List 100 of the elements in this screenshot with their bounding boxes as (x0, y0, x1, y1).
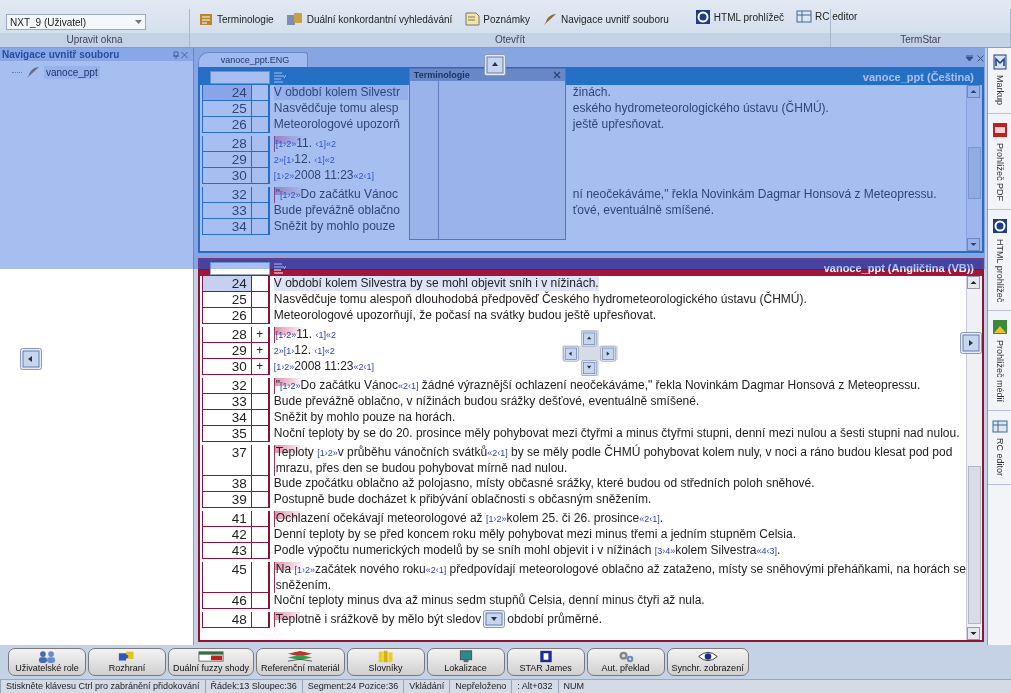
status-text: Stiskněte klávesu Ctrl pro zabránění přidokování (0, 680, 205, 693)
status-cell (251, 593, 270, 609)
status-cell (251, 612, 270, 628)
segment-text: Bude převážně oblačno, v nížinách budou srážky dešťové, eventuálně smíšené. (273, 394, 700, 409)
segment-number[interactable]: 33 (201, 394, 252, 410)
segment-number[interactable]: 34 (201, 410, 252, 426)
toolbar-button[interactable]: Rozhraní (88, 648, 166, 676)
close-icon[interactable] (552, 71, 561, 79)
segment-number[interactable]: 26 (201, 117, 252, 133)
file-icon[interactable] (991, 122, 1008, 138)
status-cell (251, 276, 270, 292)
segment-text: Postupně bude docházet k přibývání oblačnosti s občasným sněžením. (273, 492, 652, 507)
scroll-up-icon[interactable] (967, 276, 981, 289)
segment-text: žinách. (572, 85, 612, 100)
status-cell (251, 117, 270, 133)
segment-text: Ochlazení očekávají meteorologové až [1›2»kolem 25. či 26. prosince«2‹1]. (273, 511, 664, 527)
segment-number[interactable]: 30 (201, 359, 252, 375)
segment-number[interactable]: 42 (201, 527, 252, 543)
toolbar-button[interactable]: Referenční materiál (256, 648, 345, 676)
segment-number[interactable]: 32 (201, 187, 252, 203)
segment-number[interactable]: 24 (201, 85, 252, 101)
segment-number[interactable]: 45 (201, 562, 252, 593)
status-cell (251, 292, 270, 308)
status-cell (251, 187, 270, 203)
segment-number[interactable]: 30 (201, 168, 252, 184)
dock-guide-icon[interactable] (483, 610, 506, 628)
segment-number[interactable]: 26 (201, 308, 252, 324)
segment-number[interactable]: 25 (201, 292, 252, 308)
segment-number[interactable]: 33 (201, 203, 252, 219)
document-icon[interactable] (991, 54, 1008, 70)
toolbar-button[interactable]: Aut. překlad (586, 648, 665, 676)
segment-text: Noční teploty by se do 20. prosince měly pohybovat mezi čtyřmi a minus čtyřmi stupni, denní mezi nulou a šesti stupni nad nulou. (273, 426, 960, 441)
segment-number[interactable]: 35 (201, 426, 252, 442)
segment-number[interactable]: 34 (201, 219, 252, 235)
user-dropdown[interactable]: NXT_9 (Uživatel) (6, 14, 146, 30)
ribbon-button[interactable]: Terminologie (195, 11, 276, 27)
dropdown-icon[interactable] (966, 55, 974, 61)
segment-text: ještě upřesňovat. (572, 117, 666, 132)
ribbon-button[interactable]: Navigace uvnitř souboru (540, 11, 671, 27)
close-icon[interactable] (977, 55, 985, 62)
window-icon[interactable] (991, 218, 1008, 235)
pin-icon[interactable] (171, 50, 180, 59)
toolbar-button[interactable]: Synchr. zobrazení (666, 648, 749, 676)
ribbon-button[interactable]: RC editor (794, 8, 860, 24)
toolbar-button[interactable]: Uživatelské role (8, 648, 86, 676)
filter-field[interactable] (209, 261, 270, 275)
segment-number[interactable]: 29 (201, 152, 252, 168)
segment-number[interactable]: 25 (201, 101, 252, 117)
ribbon-button[interactable]: HTML prohlížeč (692, 8, 787, 26)
segment-text: Denní teploty by se před koncem roku měly pohybovat mezi minus třemi a jedním stupněm Celsia. (273, 527, 797, 542)
status-cell (251, 101, 270, 117)
side-tab[interactable]: Prohlížeč PDF (994, 143, 1005, 202)
dock-guide-icon[interactable] (959, 332, 982, 354)
segment-number[interactable]: 48 (201, 612, 252, 628)
scroll-down-icon[interactable] (967, 627, 981, 640)
ribbon-button[interactable]: Duální konkordantní vyhledávání (283, 11, 455, 27)
toolbar-button[interactable]: Lokalizace (426, 648, 505, 676)
segment-text: V období kolem Silvestra by se mohl objevit sníh i v nížinách. (273, 276, 599, 291)
segment-number[interactable]: 38 (201, 476, 252, 492)
status-cell: + (251, 343, 270, 359)
document-tab[interactable]: vanoce_ppt.ENG (197, 52, 309, 67)
status-text: Nepřeloženo (449, 680, 512, 693)
tree-item[interactable]: vanoce_ppt (44, 65, 100, 79)
segment-number[interactable]: 29 (201, 343, 252, 359)
dock-guide-drawing[interactable] (561, 330, 618, 376)
ribbon-button[interactable]: Poznámky (462, 11, 532, 27)
table-icon (796, 9, 813, 23)
segment-text: Bude převážně oblačno (273, 203, 401, 218)
side-tab[interactable]: RC editor (994, 438, 1005, 477)
dock-guide-icon[interactable] (484, 54, 506, 76)
toolbar-button[interactable]: STAR James (506, 648, 585, 676)
segment-text: Noční teploty minus dva až minus sedm stupňů Celsia, denní minus čtyři až nula. (273, 593, 705, 608)
segment-number[interactable]: 39 (201, 492, 252, 508)
side-tab[interactable]: Prohlížeč médií (994, 340, 1005, 403)
window-icon (197, 650, 225, 663)
toolbar-button[interactable]: Slovníky (346, 648, 425, 676)
segment-number[interactable]: 37 (201, 445, 252, 476)
status-cell: + (251, 359, 270, 375)
status-cell (251, 168, 270, 184)
segment-number[interactable]: 24 (201, 276, 252, 292)
table-icon[interactable] (991, 419, 1008, 434)
segment-number[interactable]: 43 (201, 543, 252, 559)
segment-number[interactable]: 46 (201, 593, 252, 609)
group-label: Otevřít (189, 33, 830, 47)
segment-text: Sněžit by mohlo pouze na horách. (273, 410, 456, 425)
side-tab[interactable]: Markup (994, 75, 1005, 105)
toolbar-button[interactable]: Duální fuzzy shody (168, 648, 255, 676)
side-tab[interactable]: HTML prohlížeč (994, 239, 1005, 303)
status-cell: + (251, 327, 270, 343)
dock-guide-icon[interactable] (20, 348, 42, 370)
segment-text: Meteorologové upozorňují, že počasí na svátky budou ještě upřesňovat. (273, 308, 657, 323)
segment-number[interactable]: 28 (201, 327, 252, 343)
segment-text: ní neočekáváme," řekla Novinkám Dagmar Honsová z Meteopressu. (572, 187, 938, 202)
filter-field[interactable] (209, 70, 270, 84)
segment-number[interactable]: 28 (201, 136, 252, 152)
segment-number[interactable]: 32 (201, 378, 252, 394)
image-icon[interactable] (991, 319, 1008, 336)
scrollbar[interactable] (966, 276, 983, 640)
status-text: Segment:24 Pozice:36 (301, 680, 404, 693)
segment-number[interactable]: 41 (201, 511, 252, 527)
